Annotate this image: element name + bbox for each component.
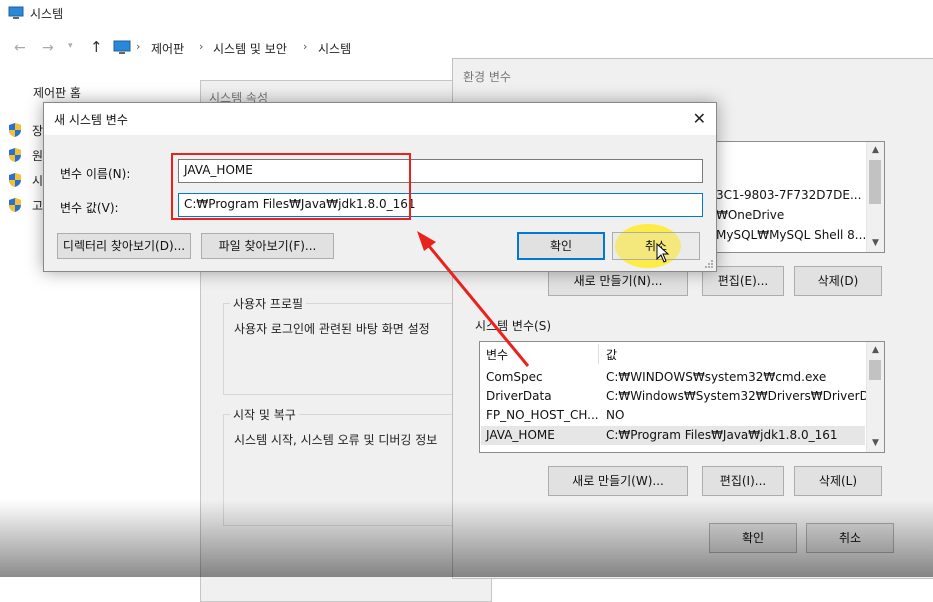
annotation-arrow xyxy=(417,231,530,367)
